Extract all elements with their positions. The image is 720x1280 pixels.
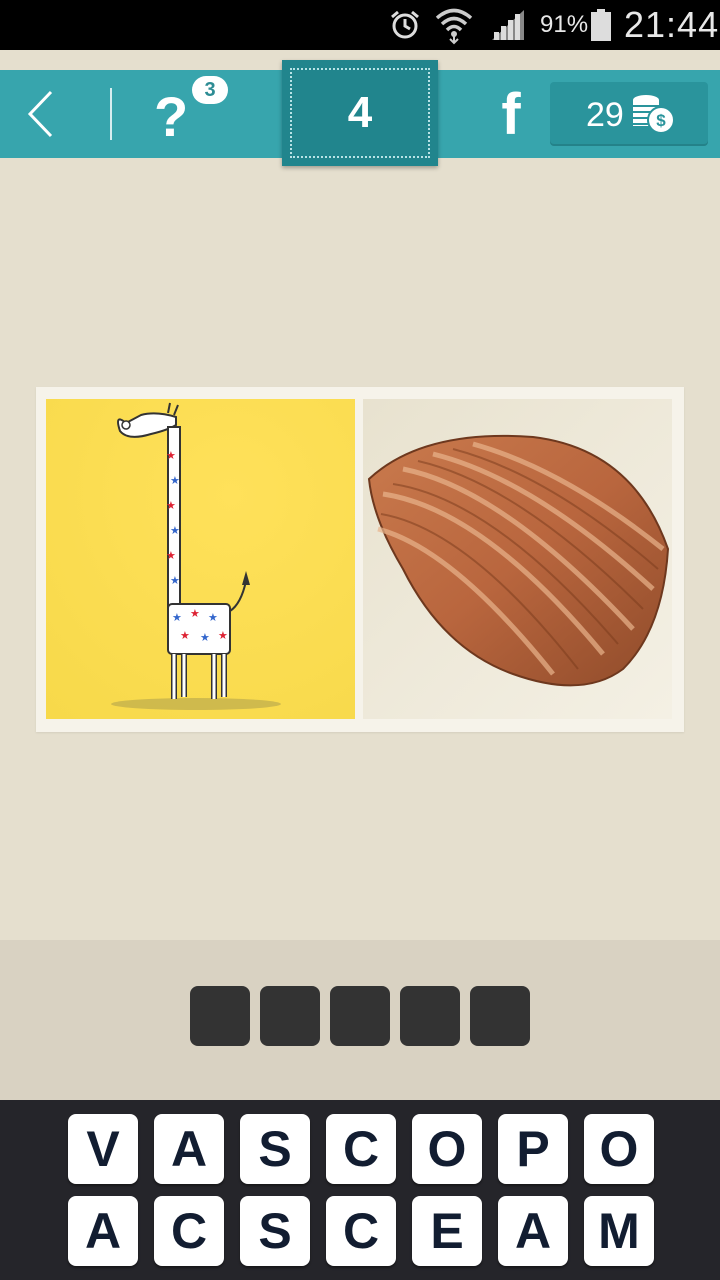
letter-key[interactable]: C: [154, 1196, 224, 1266]
letter-key[interactable]: E: [412, 1196, 482, 1266]
svg-text:★: ★: [166, 549, 176, 562]
svg-text:★: ★: [190, 607, 200, 620]
letter-key[interactable]: S: [240, 1114, 310, 1184]
answer-slot[interactable]: [470, 986, 530, 1046]
answer-slot[interactable]: [190, 986, 250, 1046]
help-button[interactable]: ? 3: [140, 70, 240, 158]
coins-icon: $: [633, 95, 675, 134]
letter-key[interactable]: A: [68, 1196, 138, 1266]
letter-key[interactable]: O: [412, 1114, 482, 1184]
back-button[interactable]: [0, 70, 80, 158]
coins-button[interactable]: 29 $: [550, 82, 708, 146]
svg-text:★: ★: [218, 629, 228, 642]
answer-area: [0, 940, 720, 1100]
divider: [110, 88, 112, 140]
answer-slot[interactable]: [260, 986, 320, 1046]
facebook-button[interactable]: f: [488, 70, 534, 158]
answer-slots: [190, 986, 530, 1046]
battery-percent: 91%: [540, 11, 589, 38]
facebook-icon: f: [501, 81, 521, 147]
svg-text:★: ★: [170, 474, 180, 487]
puzzle-frame: ★ ★ ★ ★ ★ ★ ★ ★ ★ ★ ★ ★: [36, 387, 684, 732]
chevron-left-icon: [27, 90, 53, 138]
level-number: 4: [290, 68, 430, 158]
svg-text:★: ★: [180, 629, 190, 642]
answer-slot[interactable]: [330, 986, 390, 1046]
coins-count: 29: [586, 96, 624, 134]
letter-key[interactable]: A: [498, 1196, 568, 1266]
letter-key[interactable]: C: [326, 1196, 396, 1266]
svg-text:★: ★: [172, 611, 182, 624]
svg-text:★: ★: [208, 611, 218, 624]
status-bar: 91% 21:44: [0, 0, 720, 50]
answer-slot[interactable]: [400, 986, 460, 1046]
level-indicator: 4: [282, 60, 438, 166]
letter-key[interactable]: O: [584, 1114, 654, 1184]
letter-keyboard: V A S C O P O A C S C E A M: [0, 1100, 720, 1280]
letter-key[interactable]: V: [68, 1114, 138, 1184]
letter-key[interactable]: P: [498, 1114, 568, 1184]
alarm-icon: [388, 0, 422, 50]
svg-text:★: ★: [166, 449, 176, 462]
letter-key[interactable]: S: [240, 1196, 310, 1266]
seashell-photo: [363, 399, 672, 719]
svg-text:★: ★: [166, 499, 176, 512]
svg-text:$: $: [656, 111, 666, 130]
clock: 21:44: [624, 4, 720, 45]
letter-key[interactable]: A: [154, 1114, 224, 1184]
signal-icon: [490, 0, 526, 50]
letter-key[interactable]: M: [584, 1196, 654, 1266]
hints-badge: 3: [192, 76, 228, 104]
battery-icon: [590, 0, 612, 50]
svg-text:★: ★: [200, 631, 210, 644]
question-icon: ?: [154, 85, 189, 148]
svg-text:★: ★: [170, 574, 180, 587]
svg-text:★: ★: [170, 524, 180, 537]
wifi-icon: [434, 0, 474, 50]
letter-key[interactable]: C: [326, 1114, 396, 1184]
giraffe-drawing: ★ ★ ★ ★ ★ ★ ★ ★ ★ ★ ★ ★: [46, 399, 355, 719]
